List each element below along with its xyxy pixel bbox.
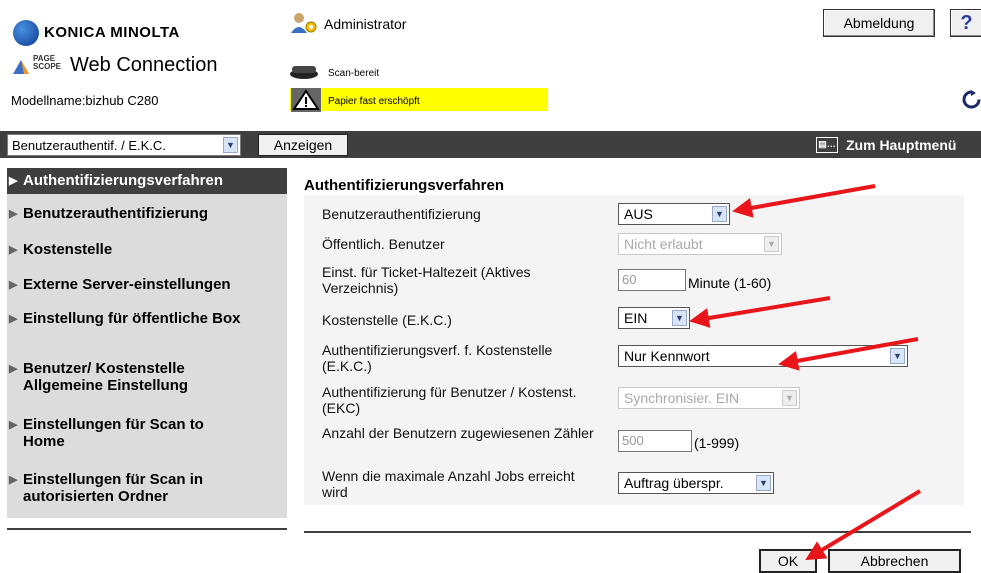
annotation-arrow: [778, 337, 919, 371]
annotation-arrows: [689, 184, 922, 561]
annotation-arrow: [805, 489, 922, 561]
annotation-arrow: [732, 184, 876, 218]
annotation-arrow: [689, 296, 831, 328]
